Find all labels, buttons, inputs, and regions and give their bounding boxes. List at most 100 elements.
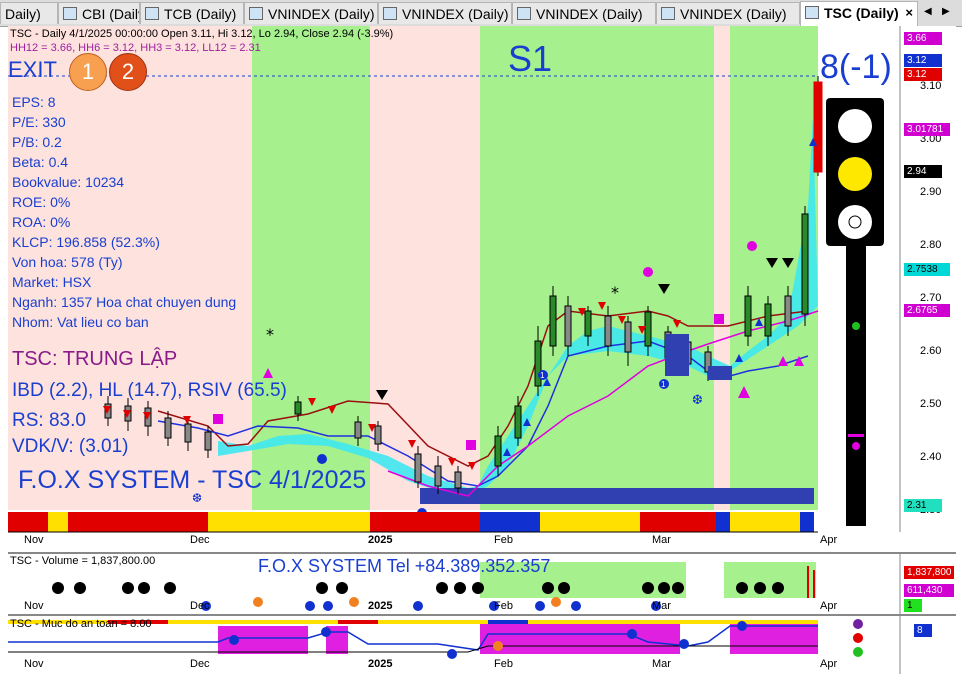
chart-icon (805, 6, 819, 19)
fundamental-nhom: Nhom: Vat lieu co ban (12, 314, 149, 330)
x-label: Dec (190, 600, 210, 612)
hh-line: HH12 = 3.66, HH6 = 3.12, HH3 = 3.12, LL1… (10, 42, 261, 54)
scroll-left-icon[interactable]: ◀ (924, 6, 932, 17)
chart-icon (383, 7, 397, 20)
fundamental-eps: EPS: 8 (12, 94, 56, 110)
price-badge-ma: 2.6765 (904, 304, 950, 317)
fundamental-beta: Beta: 0.4 (12, 154, 69, 170)
scroll-right-icon[interactable]: ▶ (942, 6, 950, 17)
ibd-label: IBD (2.2), HL (14.7), RSIV (65.5) (12, 380, 287, 401)
price-pane[interactable]: 1 1 * * ❆ ❆ TSC - Daily 4/1/2025 00:00:0… (8, 26, 956, 550)
safety-badge: 8 (914, 624, 932, 637)
exit-circle-2: 2 (109, 53, 147, 91)
vdkv-label: VDK/V: (3.01) (12, 436, 129, 457)
tab-bar: Daily) CBI (Daily) TCB (Daily) VNINDEX (… (0, 0, 962, 27)
x-label: Nov (24, 658, 44, 670)
rs-label: RS: 83.0 (12, 410, 86, 431)
x-label: 2025 (368, 600, 393, 612)
x-label: Apr (820, 600, 838, 612)
signal-label: S1 (508, 38, 553, 79)
price-badge-cyan: 2.7538 (904, 263, 950, 276)
tab-vnindex-4[interactable]: VNINDEX (Daily) (656, 2, 800, 24)
x-label: Apr (820, 534, 838, 546)
tab-label: TSC (Daily) (824, 5, 899, 21)
svg-text:*: * (611, 283, 619, 302)
svg-text:1: 1 (661, 380, 666, 389)
fundamental-market: Market: HSX (12, 274, 92, 290)
x-label: Feb (494, 534, 513, 546)
tab-label: VNINDEX (Daily) (680, 6, 787, 22)
x-label: Mar (652, 600, 671, 612)
tab-tsc[interactable]: TSC (Daily) × (800, 1, 918, 26)
chart-icon (145, 7, 159, 20)
tab-vnindex-1[interactable]: VNINDEX (Daily) (244, 2, 378, 24)
fundamental-pe: P/E: 330 (12, 114, 66, 130)
tab-label: CBI (Daily) (82, 6, 139, 22)
volume-header: TSC - Volume = 1,837,800.00 (10, 555, 156, 567)
tab-cbi[interactable]: CBI (Daily) (58, 2, 140, 24)
x-label: Dec (190, 534, 210, 546)
tab-vnindex-3[interactable]: VNINDEX (Daily) (512, 2, 656, 24)
volume-signal-badge: 1 (904, 599, 922, 612)
x-label: Mar (652, 658, 671, 670)
fox-title: F.O.X SYSTEM - TSC 4/1/2025 (18, 466, 367, 494)
tab-label: TCB (Daily) (164, 6, 237, 22)
fundamental-nganh: Nganh: 1357 Hoa chat chuyen dung (12, 294, 237, 310)
tab-daily-partial[interactable]: Daily) (0, 2, 58, 24)
price-badge-hh6: 3.12 (904, 54, 942, 67)
fundamental-pb: P/B: 0.2 (12, 134, 62, 150)
fundamental-von-hoa: Von hoa: 578 (Ty) (12, 254, 123, 270)
price-badge-close: 2.94 (904, 165, 942, 178)
price-tick: 2.40 (920, 451, 942, 463)
tab-label: VNINDEX (Daily) (402, 6, 509, 22)
x-label: Dec (190, 658, 210, 670)
volume-badge: 1,837,800 (904, 566, 954, 579)
price-tick: 2.80 (920, 239, 942, 251)
fundamental-roe: ROE: 0% (12, 194, 71, 210)
x-label: Apr (820, 658, 838, 670)
volume-tel: F.O.X SYSTEM Tel +84.389.352.357 (258, 556, 551, 576)
price-badge-magenta: 3.01781 (904, 123, 950, 136)
safety-header: TSC - Muc do an toan = 8.00 (10, 618, 152, 630)
volume-ma-badge: 611,430 (904, 584, 954, 597)
price-badge-ll12: 2.31 (904, 499, 942, 512)
fundamentals-list: EPS: 8 P/E: 330 P/B: 0.2 Beta: 0.4 Bookv… (12, 92, 236, 332)
x-label: Nov (24, 600, 44, 612)
price-tick: 2.90 (920, 186, 942, 198)
x-label: Mar (652, 534, 671, 546)
svg-text:1: 1 (540, 371, 545, 380)
tab-label: VNINDEX (Daily) (536, 6, 643, 22)
volume-pane[interactable]: TSC - Volume = 1,837,800.00 F.O.X SYSTEM… (8, 552, 956, 614)
price-tick: 2.70 (920, 292, 942, 304)
fundamental-klcp: KLCP: 196.858 (52.3%) (12, 234, 160, 250)
tab-label: Daily) (5, 6, 41, 22)
zone-pink (370, 26, 480, 510)
price-tick: 2.50 (920, 398, 942, 410)
safety-pane[interactable]: TSC - Muc do an toan = 8.00 8 Nov Dec 20… (8, 614, 956, 674)
x-label: Nov (24, 534, 44, 546)
exit-circle-1: 1 (69, 53, 107, 91)
fundamental-bookvalue: Bookvalue: 10234 (12, 174, 125, 190)
tab-tcb[interactable]: TCB (Daily) (140, 2, 244, 24)
price-badge-hh12: 3.66 (904, 32, 942, 45)
zone-pink (714, 26, 730, 510)
count-label: 8(-1) (820, 48, 892, 86)
exit-label: EXIT (8, 57, 57, 82)
svg-text:*: * (266, 325, 274, 344)
price-tick: 2.60 (920, 345, 942, 357)
tab-label: VNINDEX (Daily) (268, 6, 375, 22)
chart-icon (517, 7, 531, 20)
trend-label: TSC: TRUNG LẬP (12, 348, 178, 371)
chart-icon (63, 7, 77, 20)
x-label: 2025 (368, 658, 393, 670)
price-badge-hh3: 3.12 (904, 68, 942, 81)
fundamental-roa: ROA: 0% (12, 214, 71, 230)
tab-vnindex-2[interactable]: VNINDEX (Daily) (378, 2, 512, 24)
svg-text:❆: ❆ (692, 393, 703, 408)
close-icon[interactable]: × (905, 2, 913, 24)
x-label: 2025 (368, 534, 393, 546)
chart-header: TSC - Daily 4/1/2025 00:00:00 Open 3.11,… (10, 28, 394, 40)
chart-icon (661, 7, 675, 20)
price-tick: 3.10 (920, 80, 942, 92)
x-label: Feb (494, 600, 513, 612)
